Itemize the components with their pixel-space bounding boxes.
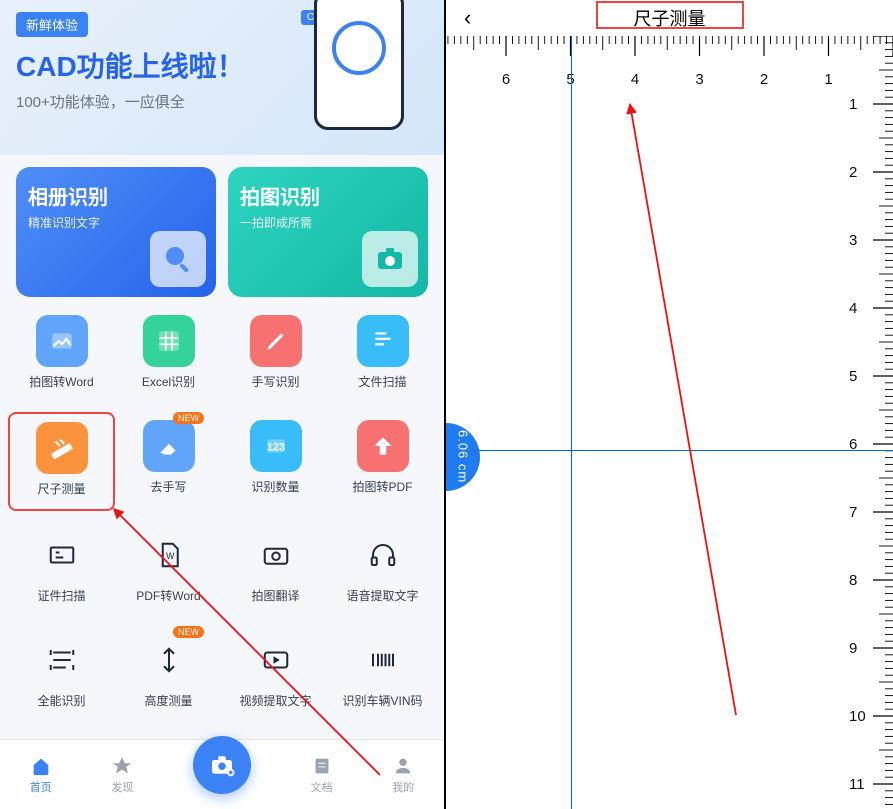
tools-row-4: 全能识别 NEW 高度测量 视频提取文字 识别车辆VIN码 [0,616,444,721]
numbers-icon: 123 [250,420,302,472]
svg-text:11: 11 [849,776,865,793]
measurement-readout: 6.06 cm [446,423,480,491]
tools-row-2: 尺子测量 NEW 去手写 123 识别数量 拍图转PDF [0,402,444,511]
tool-handwriting-recognition[interactable]: 手写识别 [222,307,329,402]
annotation-title-highlight [596,1,744,29]
svg-text:3: 3 [695,71,703,88]
tool-photo-to-pdf[interactable]: 拍图转PDF [329,412,436,511]
svg-text:2: 2 [849,164,857,181]
magnifier-icon [150,231,206,287]
document-icon [357,315,409,367]
crosshair-horizontal[interactable] [446,450,893,451]
svg-text:4: 4 [849,300,857,317]
svg-text:7: 7 [849,504,857,521]
camera-translate-icon [250,529,302,581]
card-album-recognition[interactable]: 相册识别 精准识别文字 [16,167,216,297]
tool-height-measure[interactable]: NEW 高度测量 [115,626,222,721]
nav-home[interactable]: 首页 [30,755,52,795]
ruler-icon [36,422,88,474]
new-badge: NEW [173,626,204,638]
vertical-ruler[interactable]: 1234567891011 [829,36,893,809]
nav-documents[interactable]: 文档 [311,755,333,795]
pdf-icon [357,420,409,472]
tools-row-1: 拍图转Word Excel识别 手写识别 文件扫描 [0,297,444,402]
tool-id-scan[interactable]: 证件扫描 [8,521,115,616]
svg-text:8: 8 [849,572,857,589]
card-subtitle: 精准识别文字 [28,214,204,231]
svg-text:3: 3 [849,232,857,249]
svg-text:10: 10 [849,708,866,725]
card-photo-recognition[interactable]: 拍图识别 一拍即成所需 [228,167,428,297]
tool-excel-recognition[interactable]: Excel识别 [115,307,222,402]
svg-text:1: 1 [849,96,857,113]
nav-mine[interactable]: 我的 [392,755,414,795]
promo-banner[interactable]: 新鲜体验 CAD功能上线啦！ 100+功能体验，一应俱全 CAD [0,0,444,155]
tool-remove-handwriting[interactable]: NEW 去手写 [115,412,222,511]
tool-vin-recognition[interactable]: 识别车辆VIN码 [329,626,436,721]
nav-discover[interactable]: 发现 [111,755,133,795]
barcode-icon [357,634,409,686]
video-icon [250,634,302,686]
word-doc-icon: W [143,529,195,581]
tool-pdf-to-word[interactable]: W PDF转Word [115,521,222,616]
svg-text:6: 6 [502,71,510,88]
card-title: 拍图识别 [240,181,416,210]
tool-video-to-text[interactable]: 视频提取文字 [222,626,329,721]
nav-camera[interactable] [193,736,251,794]
card-subtitle: 一拍即成所需 [240,214,416,231]
tool-voice-to-text[interactable]: 语音提取文字 [329,521,436,616]
svg-text:2: 2 [760,71,768,88]
ruler-measure-screen: ‹ 尺子测量 654321 1234567891011 6.06 cm [446,0,893,809]
card-title: 相册识别 [28,181,204,210]
height-icon [143,634,195,686]
svg-text:9: 9 [849,640,857,657]
svg-text:123: 123 [266,441,284,453]
tool-photo-to-word[interactable]: 拍图转Word [8,307,115,402]
svg-text:W: W [166,551,175,561]
svg-text:4: 4 [631,71,639,88]
phone-illustration: CAD [294,0,434,155]
camera-icon [362,231,418,287]
tool-photo-translate[interactable]: 拍图翻译 [222,521,329,616]
horizontal-ruler[interactable]: 654321 [446,36,893,98]
tool-file-scan[interactable]: 文件扫描 [329,307,436,402]
grid-icon [143,315,195,367]
tool-count-recognition[interactable]: 123 识别数量 [222,412,329,511]
id-card-icon [36,529,88,581]
bottom-navigation: 首页 发现 文档 我的 [0,739,444,809]
image-icon [36,315,88,367]
tools-row-3: 证件扫描 W PDF转Word 拍图翻译 语音提取文字 [0,511,444,616]
annotation-arrow-right [621,100,751,720]
scan-lines-icon [36,634,88,686]
new-badge: NEW [173,412,204,424]
app-home-screen: 新鲜体验 CAD功能上线啦！ 100+功能体验，一应俱全 CAD 相册识别 精准… [0,0,446,809]
page-header: ‹ 尺子测量 [446,0,893,36]
svg-text:5: 5 [849,368,857,385]
tool-ruler-measure[interactable]: 尺子测量 [8,412,115,511]
headphone-icon [357,529,409,581]
tool-universal-recognition[interactable]: 全能识别 [8,626,115,721]
pen-icon [250,315,302,367]
crosshair-vertical[interactable] [571,36,572,809]
back-button[interactable]: ‹ [464,5,471,31]
badge-new-experience: 新鲜体验 [16,12,88,37]
eraser-icon [143,420,195,472]
